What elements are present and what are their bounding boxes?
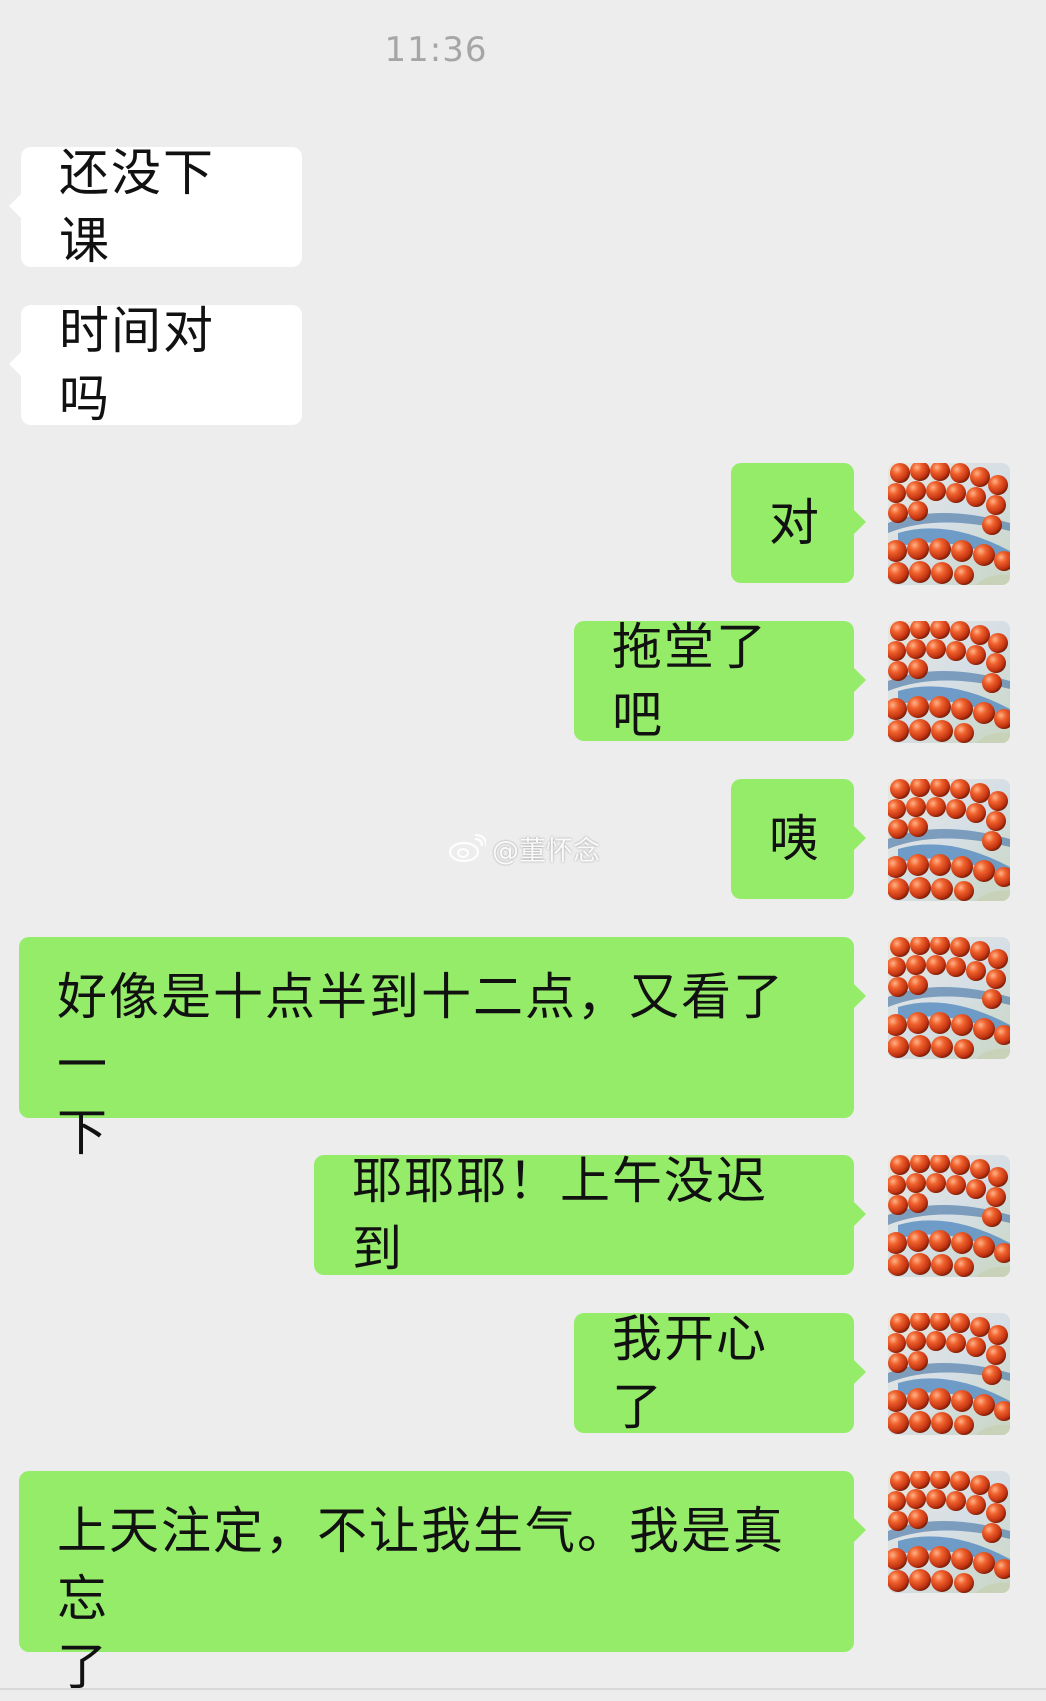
user-avatar[interactable] — [888, 779, 1010, 901]
user-avatar[interactable] — [888, 1313, 1010, 1435]
message-text-line: 上天注定，不让我生气。我是真忘 — [57, 1502, 785, 1628]
message-bubble-outgoing[interactable]: 拖堂了吧 — [574, 618, 866, 744]
message-text: 拖堂了吧 — [612, 618, 768, 744]
message-timestamp: 11:36 — [384, 30, 488, 70]
bead-bracelet-avatar-icon — [888, 621, 1010, 743]
bead-bracelet-avatar-icon — [888, 1155, 1010, 1277]
message-text: 耶耶耶！上午没迟到 — [352, 1152, 768, 1278]
message-bubble-outgoing[interactable]: 咦 — [731, 779, 866, 899]
message-bubble-incoming[interactable]: 还没下课 — [9, 144, 302, 270]
bottom-divider — [0, 1688, 1046, 1690]
message-text-line: 了 — [57, 1638, 109, 1696]
message-bubble-outgoing[interactable]: 好像是十点半到十二点，又看了一 下 — [19, 937, 866, 1162]
message-text: 时间对吗 — [59, 302, 215, 428]
user-avatar[interactable] — [888, 463, 1010, 585]
message-text: 咦 — [769, 810, 821, 868]
bead-bracelet-avatar-icon — [888, 937, 1010, 1059]
message-text: 对 — [769, 494, 821, 552]
message-text: 还没下课 — [59, 144, 215, 270]
message-bubble-outgoing[interactable]: 耶耶耶！上午没迟到 — [314, 1152, 866, 1278]
bead-bracelet-avatar-icon — [888, 1471, 1010, 1593]
weibo-icon — [448, 834, 486, 863]
bead-bracelet-avatar-icon — [888, 779, 1010, 901]
user-avatar[interactable] — [888, 937, 1010, 1059]
message-text: 我开心了 — [612, 1310, 768, 1436]
message-bubble-outgoing[interactable]: 上天注定，不让我生气。我是真忘 了 — [19, 1471, 866, 1696]
watermark-text: @董怀念 — [492, 835, 600, 867]
message-text-line: 下 — [57, 1104, 109, 1162]
bead-bracelet-avatar-icon — [888, 463, 1010, 585]
message-text-line: 好像是十点半到十二点，又看了一 — [57, 968, 785, 1094]
message-bubble-outgoing[interactable]: 我开心了 — [574, 1310, 866, 1436]
user-avatar[interactable] — [888, 1471, 1010, 1593]
user-avatar[interactable] — [888, 1155, 1010, 1277]
bead-bracelet-avatar-icon — [888, 1313, 1010, 1435]
weibo-watermark: @董怀念 — [448, 828, 600, 868]
user-avatar[interactable] — [888, 621, 1010, 743]
message-bubble-incoming[interactable]: 时间对吗 — [9, 302, 302, 428]
message-bubble-outgoing[interactable]: 对 — [731, 463, 866, 583]
